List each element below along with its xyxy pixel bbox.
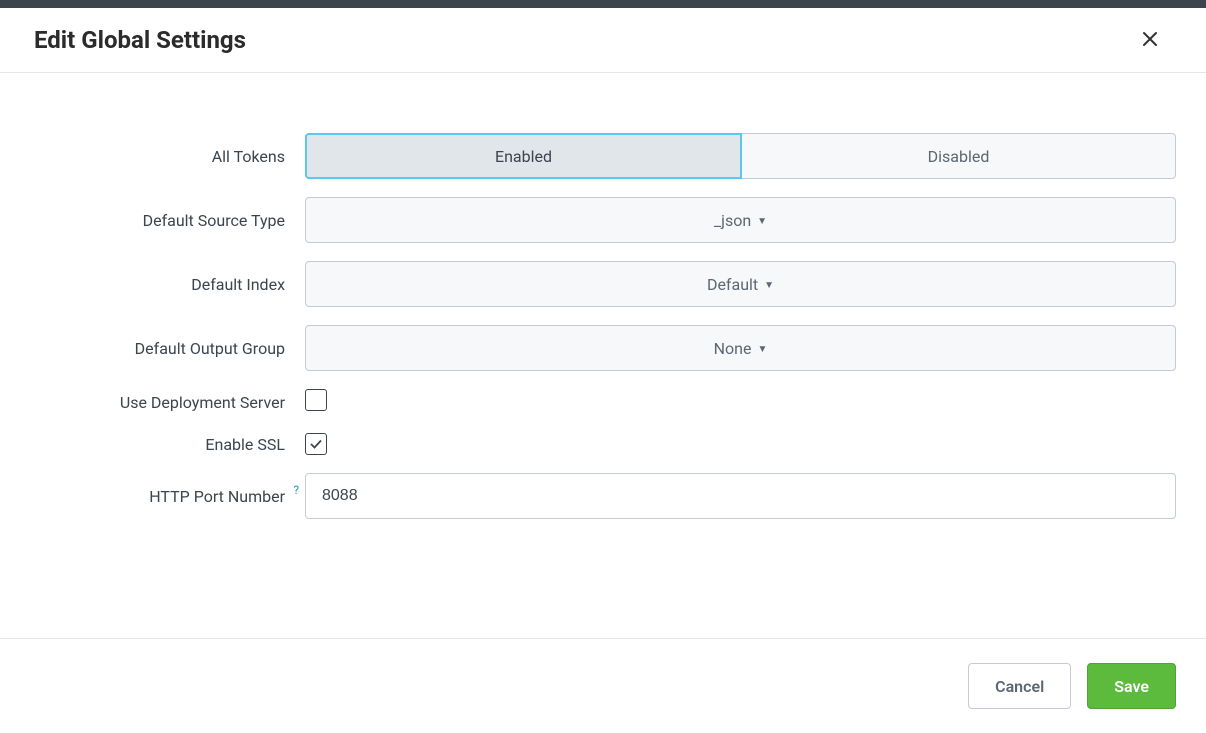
row-enable-ssl: Enable SSL (30, 433, 1176, 455)
control-all-tokens: Enabled Disabled (305, 133, 1176, 179)
cancel-button[interactable]: Cancel (968, 663, 1071, 709)
label-http-port: HTTP Port Number ? (30, 487, 305, 506)
edit-global-settings-modal: Edit Global Settings All Tokens Enabled … (0, 8, 1206, 733)
enable-ssl-checkbox[interactable] (305, 433, 327, 455)
label-default-source-type: Default Source Type (30, 211, 305, 230)
help-icon[interactable]: ? (293, 483, 299, 497)
row-default-source-type: Default Source Type _json ▼ (30, 197, 1176, 243)
modal-body: All Tokens Enabled Disabled Default Sour… (0, 73, 1206, 638)
default-source-type-dropdown[interactable]: _json ▼ (305, 197, 1176, 243)
all-tokens-toggle: Enabled Disabled (305, 133, 1176, 179)
modal-header: Edit Global Settings (0, 8, 1206, 73)
label-default-index: Default Index (30, 275, 305, 294)
save-button[interactable]: Save (1087, 663, 1176, 709)
row-all-tokens: All Tokens Enabled Disabled (30, 133, 1176, 179)
row-default-output-group: Default Output Group None ▼ (30, 325, 1176, 371)
http-port-input[interactable] (305, 473, 1176, 519)
default-output-group-value: None (714, 339, 752, 358)
label-all-tokens: All Tokens (30, 147, 305, 166)
label-http-port-text: HTTP Port Number (149, 487, 285, 506)
default-index-value: Default (707, 275, 758, 294)
close-icon[interactable] (1138, 26, 1162, 54)
use-deployment-server-checkbox[interactable] (305, 389, 327, 411)
row-http-port: HTTP Port Number ? (30, 473, 1176, 519)
default-output-group-dropdown[interactable]: None ▼ (305, 325, 1176, 371)
caret-down-icon: ▼ (757, 216, 767, 227)
row-use-deployment-server: Use Deployment Server (30, 389, 1176, 415)
caret-down-icon: ▼ (764, 280, 774, 291)
default-index-dropdown[interactable]: Default ▼ (305, 261, 1176, 307)
row-default-index: Default Index Default ▼ (30, 261, 1176, 307)
default-source-type-value: _json (714, 211, 751, 230)
modal-footer: Cancel Save (0, 638, 1206, 733)
all-tokens-disabled-button[interactable]: Disabled (742, 133, 1176, 179)
all-tokens-enabled-button[interactable]: Enabled (305, 133, 742, 179)
label-enable-ssl: Enable SSL (30, 435, 305, 454)
label-use-deployment-server: Use Deployment Server (30, 393, 305, 412)
modal-title: Edit Global Settings (34, 26, 246, 54)
label-default-output-group: Default Output Group (30, 339, 305, 358)
caret-down-icon: ▼ (757, 344, 767, 355)
